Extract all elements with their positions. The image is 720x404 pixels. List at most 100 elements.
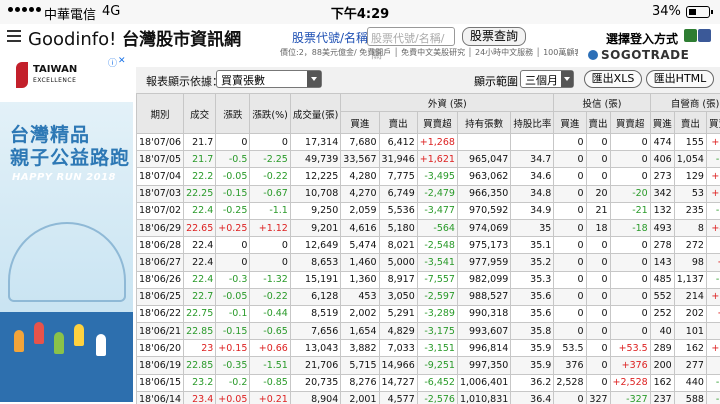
left-banner-ad[interactable]: TAIWAN EXCELLENCE ⓘ ✕ 台灣精品 親子公益路跑 HAPPY RU… <box>0 54 133 404</box>
column-subheader: 買賣超 <box>609 111 651 134</box>
table-cell: -21 <box>609 201 651 220</box>
table-cell: 0 <box>585 356 611 375</box>
table-cell: 143 <box>649 253 675 272</box>
table-cell: 7,775 <box>378 167 418 186</box>
table-cell: 993,607 <box>456 322 512 341</box>
table-cell: 0 <box>585 253 611 272</box>
table-cell: 12,225 <box>289 167 342 186</box>
table-cell: +0.05 <box>215 390 251 404</box>
table-cell: 4,829 <box>378 322 418 341</box>
table-cell: +319 <box>705 132 720 152</box>
table-cell: 35.6 <box>510 287 555 306</box>
table-cell: -0.44 <box>249 304 291 324</box>
table-cell: -327 <box>609 390 651 404</box>
logo-cn: 台灣股市資訊網 <box>122 30 242 50</box>
table-cell: +45 <box>705 253 720 272</box>
table-cell: -6,452 <box>416 373 458 392</box>
table-cell: 17,314 <box>289 132 342 152</box>
table-cell: 18'07/03 <box>136 184 185 203</box>
export-html-button[interactable]: 匯出HTML <box>646 70 714 88</box>
stock-search-button[interactable]: 股票查詢 <box>462 27 526 46</box>
facebook-login-icon[interactable] <box>698 29 711 42</box>
table-cell: 2,002 <box>340 304 380 324</box>
table-cell: 0 <box>585 373 611 392</box>
table-cell: -2,597 <box>416 287 458 306</box>
table-cell: 235 <box>673 201 707 220</box>
stock-search-input[interactable]: 股票代號/名稱/關 <box>367 27 455 61</box>
table-cell: 18 <box>585 218 611 238</box>
table-cell: -652 <box>705 270 720 289</box>
site-logo[interactable]: Goodinfo! 台灣股市資訊網 <box>28 25 241 50</box>
table-cell: 35.1 <box>510 236 555 255</box>
data-table: 期別成交漲跌漲跌(%)成交量(張)外資 (張)投信 (張)自營商 (張)法人合計… <box>136 93 720 404</box>
table-row: 18'07/02 22.4 -0.25 -1.1 9,250 2,059 5,536 -3,4… <box>136 201 720 220</box>
table-cell: 1,654 <box>340 322 380 341</box>
table-row: 18'06/21 22.85 -0.15 -0.65 7,656 1,654 4,829 -3… <box>136 322 720 341</box>
table-row: 18'07/04 22.2 -0.05 -0.22 12,225 4,280 7,775 -3… <box>136 167 720 186</box>
login-method-label: 選擇登入方式 <box>606 32 679 46</box>
table-cell: 18'06/29 <box>136 218 185 238</box>
table-cell: -7,557 <box>416 270 458 289</box>
table-cell: 23.2 <box>183 373 217 392</box>
table-cell: +1.12 <box>249 218 291 238</box>
table-cell: 6,128 <box>289 287 342 306</box>
table-cell: 31,946 <box>378 150 418 169</box>
table-cell: -0.22 <box>249 167 291 186</box>
top-ad-strip[interactable]: 價位:2，88美元億金/ 免費開戶 │ 免費中文美股研究 │ 24小時中文服務 … <box>280 47 578 57</box>
table-cell: 277 <box>673 356 707 375</box>
taiwan-excellence-logo-icon <box>16 62 28 88</box>
table-cell: 1,360 <box>340 270 380 289</box>
table-cell: 0 <box>585 167 611 186</box>
table-cell: 2,059 <box>340 201 380 220</box>
table-cell: 162 <box>649 373 675 392</box>
table-cell: 3,050 <box>378 287 418 306</box>
table-cell: -0.67 <box>249 184 291 203</box>
table-cell: 20 <box>585 184 611 203</box>
table-cell: 963,062 <box>456 167 512 186</box>
table-cell: 35.2 <box>510 253 555 272</box>
table-cell: -0.05 <box>215 287 251 306</box>
table-cell: 22.2 <box>183 167 217 186</box>
table-cell: 0 <box>585 304 611 324</box>
table-cell: -18 <box>609 218 651 238</box>
table-cell: -0.22 <box>249 287 291 306</box>
report-toolbar: 報表顯示依據： 買賣張數 顯示範圍： 三個月 匯出XLS 匯出HTML <box>136 67 720 93</box>
table-cell: 132 <box>649 201 675 220</box>
table-cell: 5,536 <box>378 201 418 220</box>
table-cell: 49,739 <box>289 150 342 169</box>
table-cell: 40 <box>649 322 675 341</box>
export-xls-button[interactable]: 匯出XLS <box>584 70 642 88</box>
table-cell: 1,010,831 <box>456 390 512 404</box>
table-cell: 18'06/28 <box>136 236 185 255</box>
sogotrade-logo[interactable]: SOGOTRADE <box>588 48 689 62</box>
table-cell: 485 <box>649 270 675 289</box>
table-cell: 214 <box>673 287 707 306</box>
table-cell: -0.85 <box>249 373 291 392</box>
table-cell: 3,882 <box>340 339 380 358</box>
column-subheader: 賣出 <box>673 111 707 134</box>
display-basis-select[interactable]: 買賣張數 <box>216 70 322 88</box>
table-cell: 18'07/06 <box>136 132 185 152</box>
table-cell: 18'06/19 <box>136 356 185 375</box>
ad-close-icon[interactable]: ✕ <box>118 56 126 66</box>
table-cell: 9,250 <box>289 201 342 220</box>
table-cell: 202 <box>673 304 707 324</box>
column-subheader: 買進 <box>340 111 380 134</box>
table-cell: +53.5 <box>609 339 651 358</box>
table-cell: 7,656 <box>289 322 342 341</box>
hamburger-menu-icon[interactable] <box>7 30 21 42</box>
table-cell: 0 <box>585 322 611 341</box>
table-cell: 21.7 <box>183 132 217 152</box>
line-login-icon[interactable] <box>684 29 697 42</box>
table-cell: -103 <box>705 201 720 220</box>
table-cell: 8,904 <box>289 390 342 404</box>
display-range-select[interactable]: 三個月 <box>520 70 574 88</box>
table-cell: 0 <box>553 132 587 152</box>
table-cell: 0 <box>585 150 611 169</box>
table-row: 18'06/22 22.75 -0.1 -0.44 8,519 2,002 5,291 -3,… <box>136 304 720 324</box>
table-cell: 18'06/22 <box>136 304 185 324</box>
ios-status-bar: 中華電信 4G 下午4:29 34% <box>0 0 720 24</box>
ad-info-icon[interactable]: ⓘ <box>108 56 117 69</box>
chevron-down-icon <box>311 77 317 81</box>
table-cell: 1,460 <box>340 253 380 272</box>
